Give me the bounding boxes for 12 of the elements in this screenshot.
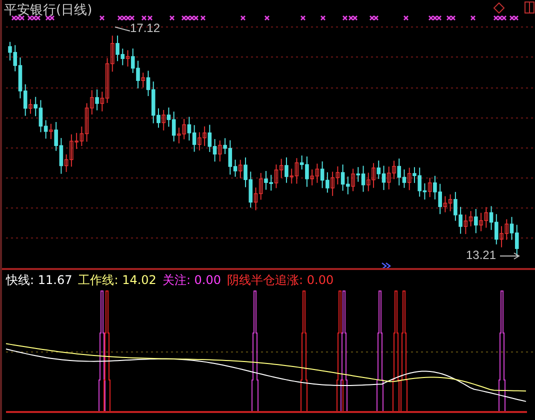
panel-icon[interactable] (524, 2, 534, 14)
leader-line (114, 26, 130, 32)
double-arrow-icon (381, 262, 391, 268)
chart-title: 平安银行(日线) (4, 2, 92, 19)
arrow-icon (500, 252, 520, 260)
indicator-value: 工作线: 14.02 (78, 272, 156, 288)
indicator-value: 关注: 0.00 (162, 272, 222, 288)
low-price-label: 13.21 (466, 248, 496, 262)
indicator-value: 阴线半仓追涨: 0.00 (227, 272, 334, 288)
indicator-value: 快线: 11.67 (6, 272, 72, 288)
diamond-icon[interactable] (493, 2, 505, 14)
high-price-label: 17.12 (130, 21, 160, 35)
